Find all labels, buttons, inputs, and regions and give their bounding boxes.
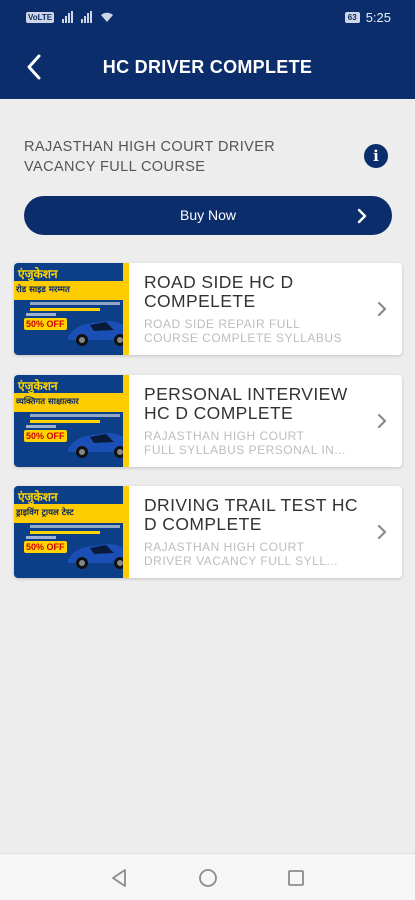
chevron-right-icon bbox=[357, 208, 367, 224]
course-item-title: DRIVING TRAIL TEST HC D COMPLETE bbox=[144, 495, 358, 534]
thumbnail-brand: एंजुकेशन bbox=[18, 490, 58, 504]
car-icon bbox=[68, 321, 129, 346]
info-icon: i bbox=[373, 147, 379, 165]
nav-back-icon[interactable] bbox=[107, 866, 131, 890]
course-item-card[interactable]: एंजुकेशन व्यक्तिगत साक्षात्कार 50% OFF P… bbox=[14, 375, 402, 467]
chevron-right-icon bbox=[377, 413, 387, 429]
course-item-title: PERSONAL INTERVIEW HC D COMPLETE bbox=[144, 384, 348, 423]
course-item-title: ROAD SIDE HC D COMPELETE bbox=[144, 272, 294, 311]
chevron-right-icon bbox=[377, 524, 387, 540]
thumbnail-brand: एंजुकेशन bbox=[18, 267, 58, 281]
thumbnail-ribbon-text: व्यक्तिगत साक्षात्कार bbox=[16, 397, 79, 407]
course-item-subtitle: RAJASTHAN HIGH COURT DRIVER VACANCY FULL… bbox=[144, 540, 339, 568]
car-icon bbox=[68, 433, 129, 458]
course-thumbnail: एंजुकेशन व्यक्तिगत साक्षात्कार 50% OFF bbox=[14, 375, 129, 467]
thumbnail-brand: एंजुकेशन bbox=[18, 379, 58, 393]
info-button[interactable]: i bbox=[364, 144, 388, 168]
page-title: HC DRIVER COMPLETE bbox=[102, 57, 313, 77]
course-thumbnail: एंजुकेशन रोड साइड मरम्मत 50% OFF bbox=[14, 263, 129, 355]
battery-icon: 63 bbox=[344, 12, 360, 23]
signal-icon bbox=[62, 11, 74, 23]
status-bar-right: 63 5:25 bbox=[344, 10, 391, 25]
thumbnail-ribbon-text: रोड साइड मरम्मत bbox=[16, 285, 70, 295]
clock: 5:25 bbox=[365, 10, 391, 25]
course-thumbnail: एंजुकेशन ड्राइविंग ट्रायल टेस्ट 50% OFF bbox=[14, 486, 129, 578]
signal-icon-2 bbox=[81, 11, 93, 23]
system-nav-bar bbox=[0, 853, 415, 900]
chevron-right-icon bbox=[377, 301, 387, 317]
discount-badge: 50% OFF bbox=[24, 541, 67, 553]
buy-now-label: Buy Now bbox=[179, 207, 237, 223]
buy-now-button[interactable]: Buy Now bbox=[24, 196, 392, 235]
course-item-card[interactable]: एंजुकेशन रोड साइड मरम्मत 50% OFF ROAD SI… bbox=[14, 263, 402, 355]
status-bar: VoLTE 63 5:25 bbox=[0, 0, 415, 34]
nav-home-icon[interactable] bbox=[196, 866, 220, 890]
course-item-subtitle: ROAD SIDE REPAIR FULL COURSE COMPLETE SY… bbox=[144, 317, 343, 345]
discount-badge: 50% OFF bbox=[24, 430, 67, 442]
nav-recents-icon[interactable] bbox=[284, 866, 308, 890]
wifi-icon bbox=[101, 12, 114, 22]
discount-badge: 50% OFF bbox=[24, 318, 67, 330]
status-bar-left: VoLTE bbox=[26, 11, 114, 23]
app-header: VoLTE 63 5:25 HC DRIVER COMPLETE bbox=[0, 0, 415, 99]
course-item-card[interactable]: एंजुकेशन ड्राइविंग ट्रायल टेस्ट 50% OFF … bbox=[14, 486, 402, 578]
car-icon bbox=[68, 544, 129, 569]
thumbnail-ribbon-text: ड्राइविंग ट्रायल टेस्ट bbox=[16, 508, 74, 518]
course-item-subtitle: RAJASTHAN HIGH COURT FULL SYLLABUS PERSO… bbox=[144, 429, 346, 457]
volte-indicator: VoLTE bbox=[26, 11, 55, 23]
course-title: RAJASTHAN HIGH COURT DRIVER VACANCY FULL… bbox=[24, 139, 276, 175]
